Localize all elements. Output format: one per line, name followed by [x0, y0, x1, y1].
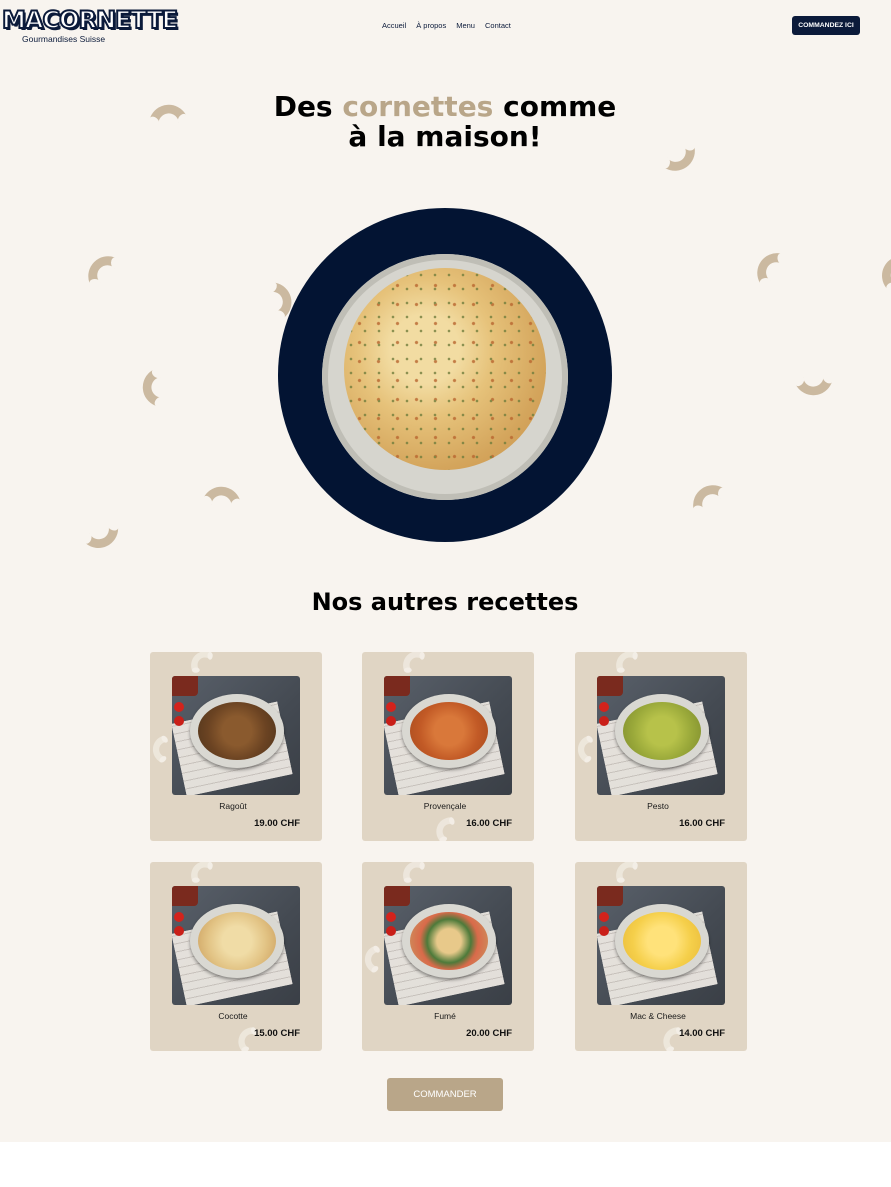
- hero-title: Des cornettes comme à la maison!: [245, 92, 645, 152]
- nav-link-accueil[interactable]: Accueil: [382, 21, 406, 30]
- recipe-name: Mac & Cheese: [630, 1011, 686, 1021]
- recipe-name: Cocotte: [218, 1011, 248, 1021]
- macaroni-icon: [129, 363, 180, 414]
- recipe-name: Ragoût: [219, 801, 247, 811]
- macaroni-icon: [188, 652, 214, 674]
- macaroni-icon: [789, 359, 840, 410]
- hero-pasta-garnish: [344, 268, 546, 470]
- macaroni-icon: [143, 91, 194, 142]
- hero-title-accent: cornettes: [342, 90, 494, 123]
- nav-link-a-propos[interactable]: À propos: [416, 21, 446, 30]
- macaroni-icon: [197, 473, 248, 524]
- recipe-card-provencale[interactable]: Provençale 16.00 CHF: [362, 652, 534, 841]
- hero-title-end: comme: [503, 90, 617, 123]
- recipe-image: [384, 886, 512, 1005]
- hero-title-start: Des: [273, 90, 333, 123]
- macaroni-icon: [400, 652, 426, 674]
- recipe-name: Provençale: [423, 801, 467, 811]
- recipe-name: Pesto: [647, 801, 669, 811]
- macaroni-icon: [84, 252, 120, 288]
- recipe-image: [597, 676, 725, 795]
- order-here-button[interactable]: COMMANDEZ ICI: [792, 16, 860, 35]
- brand-logo[interactable]: MACORNETTE Gourmandises Suisse: [1, 5, 179, 46]
- recipe-card-pesto[interactable]: Pesto 16.00 CHF: [575, 652, 747, 841]
- macaroni-icon: [79, 513, 125, 559]
- macaroni-icon: [687, 477, 729, 519]
- recipes-title: Nos autres recettes: [311, 588, 579, 616]
- order-button[interactable]: COMMANDER: [387, 1078, 503, 1111]
- recipe-price: 14.00 CHF: [679, 1028, 725, 1039]
- nav-link-menu[interactable]: Menu: [456, 21, 475, 30]
- brand-tagline: Gourmandises Suisse: [22, 34, 106, 44]
- macaroni-icon: [659, 137, 701, 179]
- recipe-card-fume[interactable]: Fumé 20.00 CHF: [362, 862, 534, 1051]
- recipe-image: [172, 886, 300, 1005]
- recipe-price: 15.00 CHF: [254, 1028, 300, 1039]
- recipe-name: Fumé: [434, 1011, 456, 1021]
- nav-link-contact[interactable]: Contact: [485, 21, 511, 30]
- recipe-card-cocotte[interactable]: Cocotte 15.00 CHF: [150, 862, 322, 1051]
- recipe-price: 16.00 CHF: [466, 818, 512, 829]
- page: MACORNETTE Gourmandises Suisse Accueil À…: [0, 0, 891, 1142]
- recipe-price: 19.00 CHF: [254, 818, 300, 829]
- recipe-image: [172, 676, 300, 795]
- recipe-card-ragout[interactable]: Ragoût 19.00 CHF: [150, 652, 322, 841]
- recipe-price: 20.00 CHF: [466, 1028, 512, 1039]
- main-nav: Accueil À propos Menu Contact: [382, 21, 511, 30]
- macaroni-icon: [428, 812, 461, 841]
- macaroni-icon: [188, 862, 214, 884]
- macaroni-icon: [749, 247, 791, 289]
- macaroni-icon: [613, 652, 639, 674]
- macaroni-icon: [400, 862, 426, 884]
- macaroni-icon: [871, 249, 891, 295]
- recipe-price: 16.00 CHF: [679, 818, 725, 829]
- macaroni-icon: [613, 862, 639, 884]
- recipe-image: [597, 886, 725, 1005]
- recipe-image: [384, 676, 512, 795]
- hero-title-line2: à la maison!: [348, 120, 542, 153]
- brand-logo-wordmark: MACORNETTE: [1, 5, 179, 35]
- recipe-card-mac-cheese[interactable]: Mac & Cheese 14.00 CHF: [575, 862, 747, 1051]
